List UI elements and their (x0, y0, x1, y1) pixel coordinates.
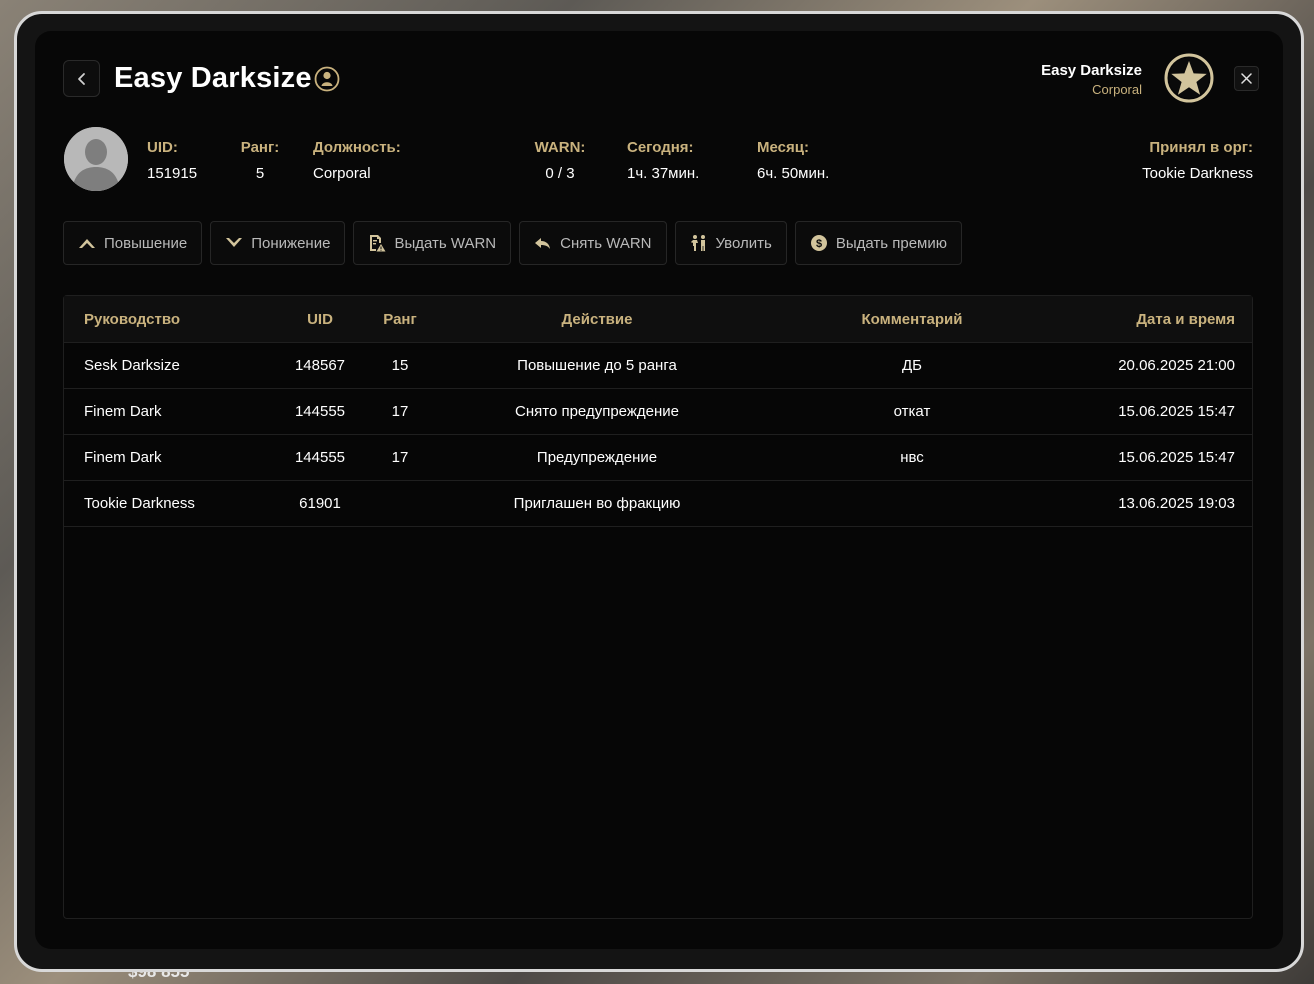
give-warn-button-label: Выдать WARN (394, 234, 497, 252)
stat-warn: WARN: 0 / 3 (525, 139, 595, 182)
stat-position-label: Должность: (313, 139, 401, 156)
history-table: Руководство UID Ранг Действие Комментари… (63, 295, 1253, 919)
stat-accepted: Принял в орг: Tookie Darkness (1142, 139, 1253, 182)
avatar (64, 127, 128, 191)
row-date: 15.06.2025 15:47 (1118, 403, 1235, 420)
stat-rank-value: 5 (255, 165, 265, 182)
row-comment: откат (893, 403, 931, 420)
svg-text:$: $ (816, 238, 822, 250)
undo-arrow-icon (535, 238, 551, 249)
stat-warn-label: WARN: (534, 139, 586, 156)
header-lead: Руководство (84, 310, 181, 328)
row-rank: 15 (391, 357, 409, 374)
row-rank: 17 (391, 449, 409, 466)
stat-uid: UID: 151915 (147, 139, 197, 182)
row-uid: 61901 (299, 495, 341, 512)
stat-warn-value: 0 / 3 (545, 165, 575, 182)
page-title: Easy Darksize (114, 62, 312, 94)
stat-uid-value: 151915 (147, 165, 198, 182)
give-bonus-button[interactable]: $ Выдать премию (794, 221, 962, 265)
member-panel: Easy Darksize Easy Darksize Corporal UID… (35, 31, 1283, 949)
row-uid: 144555 (294, 449, 346, 466)
give-bonus-button-label: Выдать премию (835, 234, 947, 252)
row-date: 15.06.2025 15:47 (1118, 449, 1235, 466)
demote-button-label: Понижение (251, 234, 331, 252)
row-lead: Sesk Darksize (84, 357, 180, 374)
row-action: Предупреждение (536, 449, 658, 466)
stat-accepted-value: Tookie Darkness (1142, 165, 1253, 182)
header-date: Дата и время (1136, 310, 1235, 328)
table-row: Tookie Darkness 61901 Приглашен во фракц… (64, 481, 1252, 527)
row-rank (370, 481, 430, 526)
table-row: Finem Dark 144555 17 Предупреждение нвс … (64, 435, 1252, 481)
stat-uid-label: UID: (147, 139, 178, 156)
money-coin-icon: $ (810, 235, 827, 251)
table-row: Finem Dark 144555 17 Снято предупреждени… (64, 389, 1252, 435)
warn-document-icon (370, 235, 386, 252)
stat-position: Должность: Corporal (313, 139, 401, 182)
row-action: Приглашен во фракцию (513, 495, 681, 512)
stat-month-value: 6ч. 50мин. (757, 165, 830, 182)
demote-button[interactable]: Понижение (210, 221, 346, 265)
chevron-up-icon (79, 239, 95, 248)
chevron-down-icon (226, 238, 243, 247)
tablet-frame: Easy Darksize Easy Darksize Corporal UID… (14, 11, 1304, 972)
user-silhouette-icon (64, 127, 128, 191)
stat-rank-label: Ранг: (240, 139, 280, 156)
promote-button[interactable]: Повышение (63, 221, 203, 265)
close-button[interactable] (1234, 66, 1259, 91)
header-rank: Ранг (383, 310, 417, 328)
stat-today-label: Сегодня: (627, 139, 694, 156)
stat-month: Месяц: 6ч. 50мин. (757, 139, 829, 182)
stat-accepted-label: Принял в орг: (1149, 139, 1253, 156)
profile-badge-icon[interactable] (314, 66, 340, 92)
row-comment: нвс (900, 449, 924, 466)
fire-person-icon (690, 235, 705, 251)
row-lead: Tookie Darkness (84, 495, 195, 512)
row-uid: 144555 (294, 403, 346, 420)
table-header: Руководство UID Ранг Действие Комментари… (64, 296, 1252, 343)
close-icon (1241, 73, 1252, 84)
header-user-rank: Corporal (1092, 82, 1142, 97)
back-button[interactable] (63, 60, 100, 97)
row-rank: 17 (391, 403, 409, 420)
give-warn-button[interactable]: Выдать WARN (353, 221, 512, 265)
header-uid: UID (307, 310, 333, 328)
header-comment: Комментарий (861, 310, 963, 328)
chevron-left-icon (77, 72, 85, 85)
dismiss-button-label: Уволить (715, 234, 772, 252)
header-action: Действие (561, 310, 633, 328)
stat-today: Сегодня: 1ч. 37мин. (627, 139, 699, 182)
remove-warn-button-label: Снять WARN (560, 234, 652, 252)
row-comment: ДБ (901, 357, 922, 374)
row-uid: 148567 (294, 357, 346, 374)
dismiss-button[interactable]: Уволить (674, 221, 787, 265)
header-user-name: Easy Darksize (1041, 62, 1142, 79)
row-action: Снято предупреждение (515, 403, 679, 420)
action-bar: Повышение Понижение Выдать WARN Снять WA… (63, 221, 962, 265)
row-comment (812, 481, 1012, 526)
rank-star-icon (1164, 53, 1214, 103)
row-lead: Finem Dark (84, 449, 162, 466)
row-action: Повышение до 5 ранга (517, 357, 677, 374)
stat-position-value: Corporal (313, 165, 371, 182)
row-lead: Finem Dark (84, 403, 162, 420)
stat-today-value: 1ч. 37мин. (627, 165, 700, 182)
stat-month-label: Месяц: (757, 139, 809, 156)
remove-warn-button[interactable]: Снять WARN (519, 221, 667, 265)
row-date: 13.06.2025 19:03 (1118, 495, 1235, 512)
stat-rank: Ранг: 5 (235, 139, 285, 182)
header-user: Easy Darksize Corporal (1041, 62, 1142, 97)
row-date: 20.06.2025 21:00 (1118, 357, 1235, 374)
promote-button-label: Повышение (104, 234, 188, 252)
table-row: Sesk Darksize 148567 15 Повышение до 5 р… (64, 343, 1252, 389)
